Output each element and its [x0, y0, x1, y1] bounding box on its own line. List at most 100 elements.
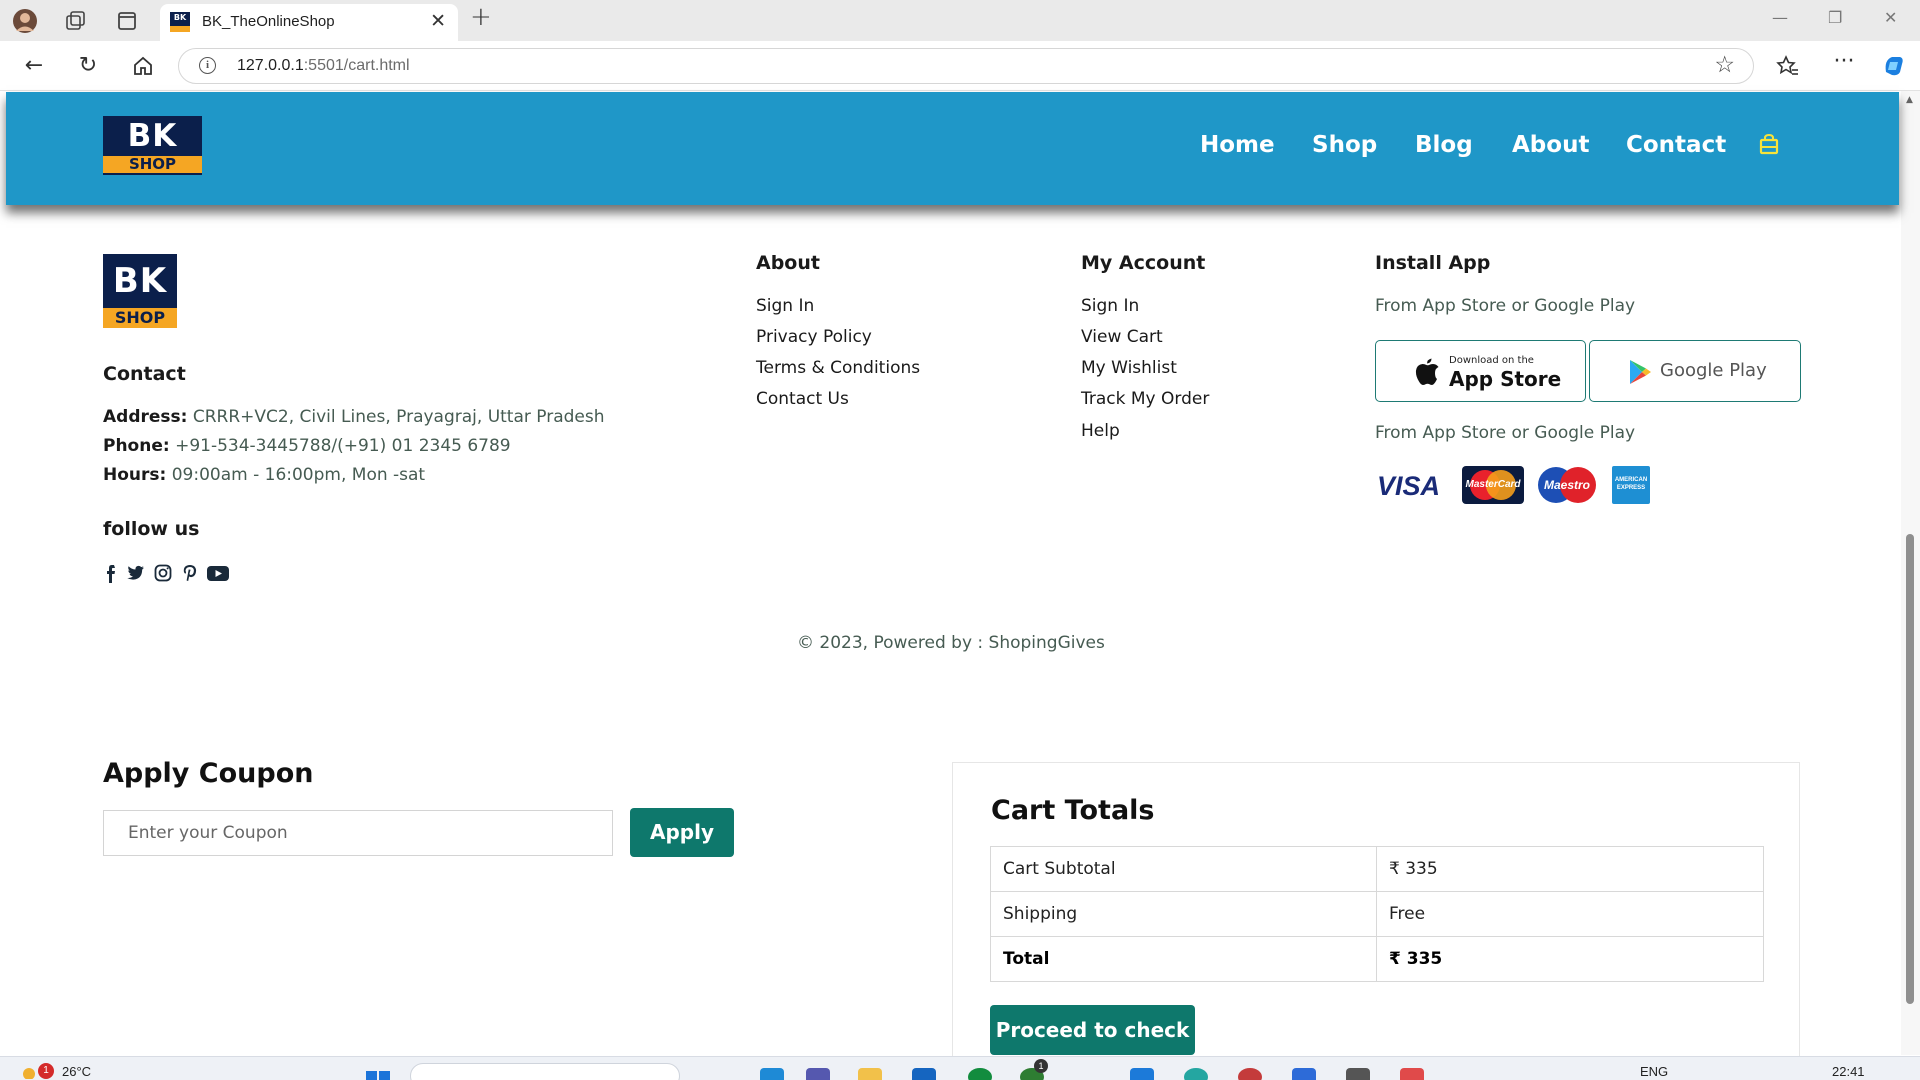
about-link-contact-us[interactable]: Contact Us	[756, 389, 849, 409]
nav-shop[interactable]: Shop	[1312, 132, 1377, 158]
taskbar-clock[interactable]: 22:41	[1832, 1064, 1865, 1079]
shipping-row: Shipping Free	[990, 891, 1764, 937]
subtotal-row: Cart Subtotal ₹ 335	[990, 846, 1764, 892]
cart-bag-icon[interactable]	[1759, 133, 1779, 155]
payment-subtitle: From App Store or Google Play	[1375, 423, 1636, 443]
nav-home[interactable]: Home	[1200, 132, 1275, 158]
nav-contact[interactable]: Contact	[1626, 132, 1726, 158]
site-info-icon[interactable]: i	[199, 57, 216, 74]
amex-logo: AMERICAN EXPRESS	[1612, 466, 1650, 504]
maestro-logo: Maestro	[1536, 466, 1598, 504]
twitter-icon[interactable]	[125, 563, 145, 583]
refresh-icon[interactable]: ↻	[74, 53, 102, 78]
appstore-small-text: Download on the	[1449, 355, 1534, 366]
back-icon[interactable]: ←	[20, 53, 48, 78]
taskbar-vscode-icon[interactable]	[1130, 1068, 1154, 1080]
close-window-icon[interactable]: ✕	[1884, 8, 1897, 27]
about-link-sign-in[interactable]: Sign In	[756, 296, 814, 316]
account-link-help[interactable]: Help	[1081, 421, 1120, 441]
contact-heading: Contact	[103, 363, 186, 385]
address-value: CRRR+VC2, Civil Lines, Prayagraj, Uttar …	[192, 407, 605, 427]
instagram-icon[interactable]	[153, 563, 173, 583]
mastercard-text: MasterCard	[1465, 479, 1521, 490]
weather-temperature: 26°C	[62, 1064, 92, 1079]
copyright-text: © 2023, Powered by : ShopingGives	[797, 633, 1105, 653]
taskbar-app-icon[interactable]	[760, 1068, 784, 1080]
proceed-to-checkout-button[interactable]: Proceed to check	[990, 1005, 1195, 1055]
account-link-wishlist[interactable]: My Wishlist	[1081, 358, 1177, 378]
favorites-icon[interactable]	[1776, 54, 1800, 78]
about-heading: About	[756, 252, 820, 274]
scroll-thumb[interactable]	[1906, 534, 1914, 1004]
browser-tabstrip: BK BK_TheOnlineShop ✕ + — ❐ ✕	[0, 0, 1920, 41]
account-link-view-cart[interactable]: View Cart	[1081, 327, 1163, 347]
subtotal-label: Cart Subtotal	[990, 846, 1377, 892]
start-icon[interactable]	[364, 1067, 392, 1080]
subtotal-value: ₹ 335	[1376, 846, 1764, 892]
url-field[interactable]: i 127.0.0.1:5501/cart.html ☆	[178, 48, 1754, 84]
apple-icon	[1415, 358, 1439, 385]
weather-icon[interactable]	[20, 1065, 38, 1079]
account-heading: My Account	[1081, 252, 1206, 274]
maestro-text: Maestro	[1543, 478, 1590, 492]
footer-logo-bk-text: BK	[112, 261, 168, 301]
new-tab-icon[interactable]: +	[470, 2, 492, 32]
facebook-icon[interactable]	[102, 563, 122, 583]
about-link-terms[interactable]: Terms & Conditions	[756, 358, 920, 378]
nav-about[interactable]: About	[1512, 132, 1589, 158]
google-play-icon	[1630, 360, 1651, 384]
contact-address: Address: CRRR+VC2, Civil Lines, Prayagra…	[103, 407, 605, 427]
restore-icon[interactable]: ❐	[1828, 8, 1842, 27]
app-store-button[interactable]: Download on the App Store	[1375, 340, 1586, 402]
youtube-icon[interactable]	[206, 563, 230, 583]
install-app-subtitle: From App Store or Google Play	[1375, 296, 1636, 316]
profile-avatar-icon[interactable]	[12, 8, 38, 34]
taskbar-terminal-icon[interactable]	[1346, 1068, 1370, 1080]
total-row: Total ₹ 335	[990, 936, 1764, 982]
taskbar-extra-icon[interactable]	[1400, 1068, 1424, 1080]
taskbar-folder-icon[interactable]	[858, 1068, 882, 1080]
tab-close-icon[interactable]: ✕	[430, 10, 446, 32]
more-options-icon[interactable]: ···	[1830, 49, 1858, 74]
account-link-sign-in[interactable]: Sign In	[1081, 296, 1139, 316]
copilot-icon[interactable]	[1880, 52, 1908, 80]
header-logo[interactable]: BK SHOP	[103, 116, 202, 175]
visa-logo: VISA	[1375, 466, 1445, 504]
tab-actions-icon[interactable]	[114, 8, 140, 34]
google-play-button[interactable]: Google Play	[1589, 340, 1801, 402]
install-app-heading: Install App	[1375, 252, 1491, 274]
scroll-up-arrow-icon[interactable]: ▲	[1906, 95, 1913, 105]
taskbar-chrome-icon[interactable]	[1238, 1068, 1262, 1080]
url-path: :5501/cart.html	[303, 57, 410, 74]
home-icon[interactable]	[131, 54, 155, 78]
address-bar-row: ← ↻ i 127.0.0.1:5501/cart.html ☆ ···	[0, 41, 1920, 91]
nav-blog[interactable]: Blog	[1415, 132, 1473, 158]
tab-favicon-icon: BK	[170, 12, 190, 32]
about-link-privacy-policy[interactable]: Privacy Policy	[756, 327, 872, 347]
taskbar-notification-badge: 1	[1034, 1059, 1048, 1073]
amex-text: AMERICAN EXPRESS	[1614, 477, 1648, 491]
taskbar-teams-icon[interactable]	[806, 1068, 830, 1080]
weather-badge: 1	[38, 1063, 54, 1079]
phone-label: Phone:	[103, 436, 170, 456]
pinterest-icon[interactable]	[180, 563, 200, 583]
taskbar-edge-icon[interactable]	[1184, 1068, 1208, 1080]
tab-title: BK_TheOnlineShop	[202, 13, 335, 30]
hours-label: Hours:	[103, 465, 167, 485]
account-link-track-order[interactable]: Track My Order	[1081, 389, 1209, 409]
workspaces-icon[interactable]	[62, 8, 88, 34]
cart-totals-table: Cart Subtotal ₹ 335 Shipping Free Total …	[990, 846, 1764, 982]
page-scrollbar[interactable]: ▲	[1901, 91, 1920, 1055]
coupon-input[interactable]	[103, 810, 613, 856]
taskbar-store-icon[interactable]	[912, 1068, 936, 1080]
site-header: BK SHOP Home Shop Blog About Contact	[6, 92, 1899, 205]
active-tab[interactable]: BK BK_TheOnlineShop ✕	[160, 4, 458, 41]
minimize-icon[interactable]: —	[1772, 8, 1788, 27]
taskbar-search-box[interactable]	[410, 1063, 680, 1080]
address-label: Address:	[103, 407, 188, 427]
taskbar-docs-icon[interactable]	[1292, 1068, 1316, 1080]
apply-coupon-button[interactable]: Apply	[630, 808, 734, 857]
favorite-star-icon[interactable]: ☆	[1714, 52, 1735, 78]
taskbar-language[interactable]: ENG	[1640, 1064, 1668, 1079]
taskbar-whatsapp-icon[interactable]	[968, 1068, 992, 1080]
